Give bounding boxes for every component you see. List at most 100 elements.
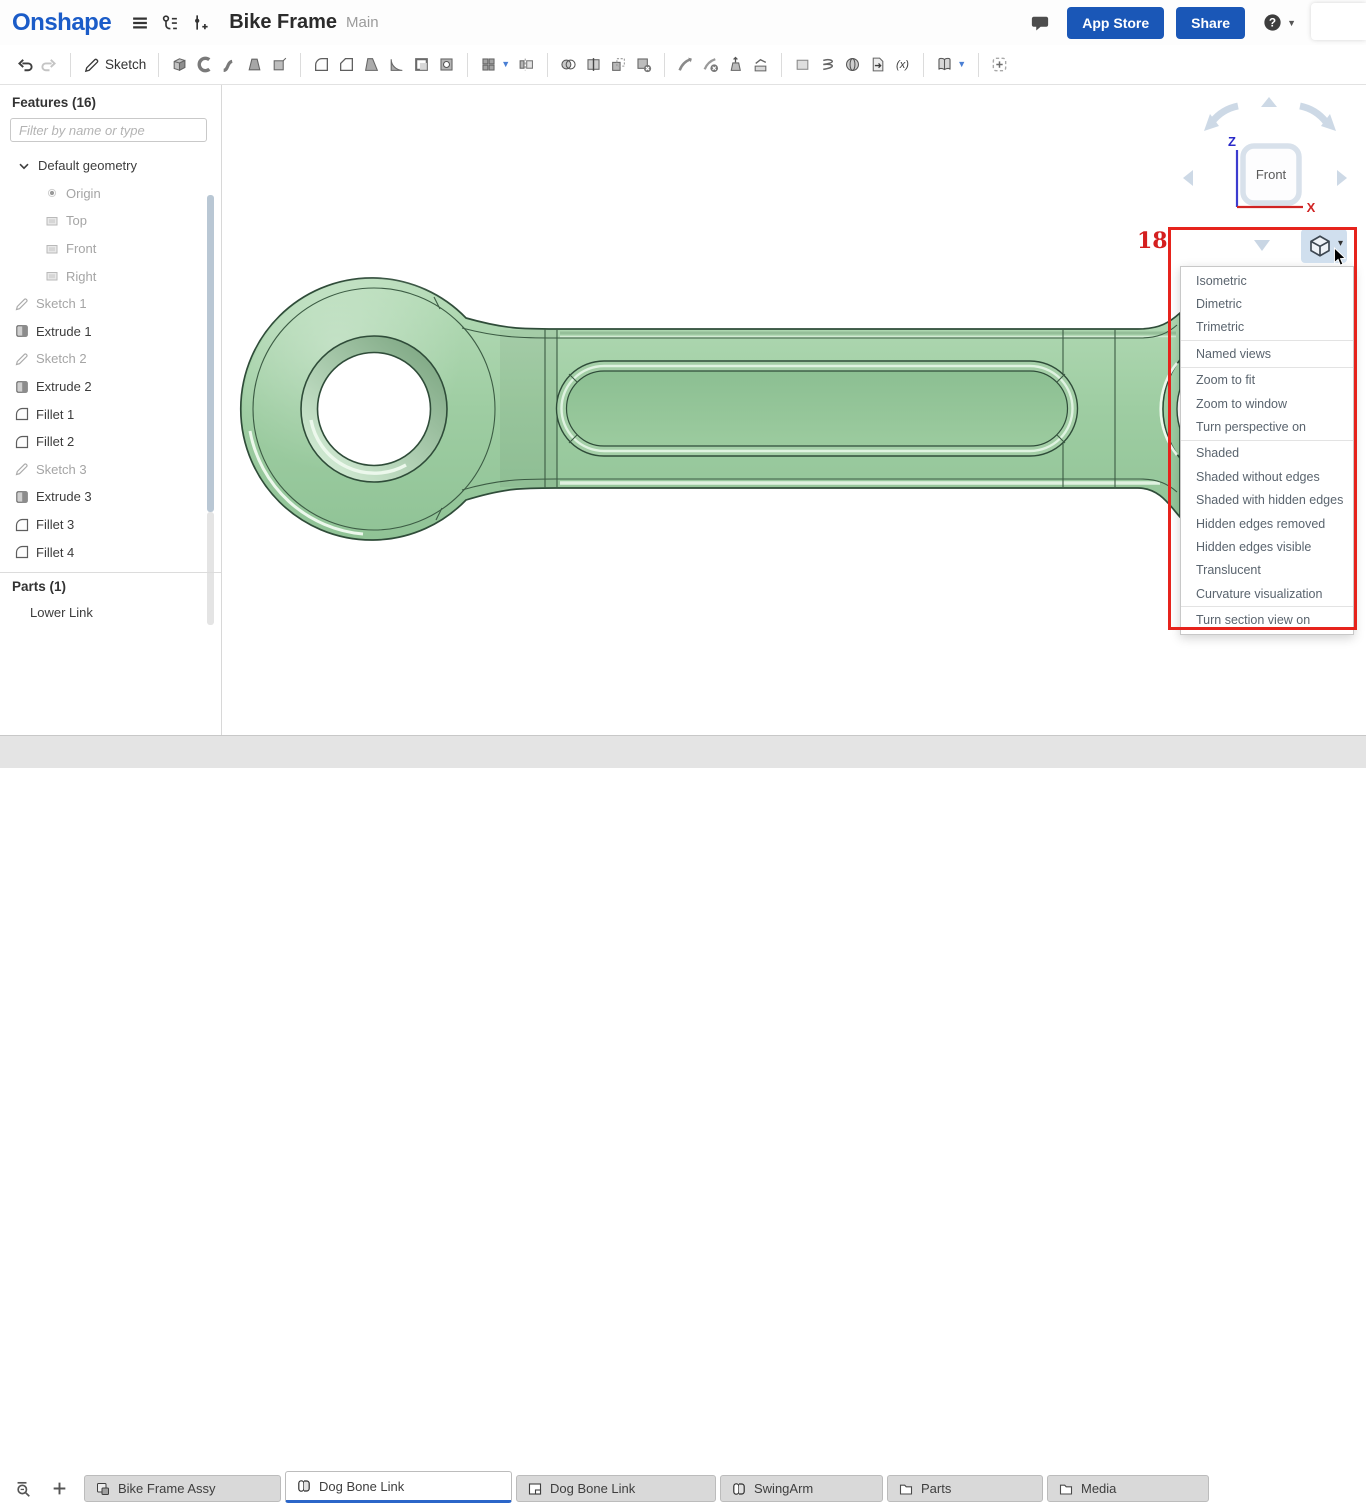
- redo-button[interactable]: [37, 53, 62, 76]
- split-button[interactable]: [581, 53, 606, 76]
- document-tab-media[interactable]: Media: [1047, 1475, 1209, 1502]
- document-tab-bike-frame-assy[interactable]: Bike Frame Assy: [84, 1475, 281, 1502]
- menu-item-curvature-visualization[interactable]: Curvature visualization: [1181, 582, 1353, 605]
- feature-filter-input[interactable]: [10, 118, 207, 142]
- feature-item-origin[interactable]: Origin: [0, 180, 205, 208]
- feature-label: Fillet 1: [36, 407, 74, 422]
- menu-item-isometric[interactable]: Isometric: [1181, 269, 1353, 292]
- menu-item-shaded[interactable]: Shaded: [1181, 442, 1353, 465]
- menu-item-dimetric[interactable]: Dimetric: [1181, 292, 1353, 315]
- offset-surface-button[interactable]: [790, 53, 815, 76]
- revolve-button[interactable]: [192, 53, 217, 76]
- rotate-up-arrow-icon[interactable]: [1261, 97, 1277, 107]
- help-icon[interactable]: ?: [1257, 8, 1287, 38]
- feature-item-sketch-2[interactable]: Sketch 2: [0, 345, 205, 373]
- chamfer-button[interactable]: [334, 53, 359, 76]
- view-options-button[interactable]: ▾: [1301, 229, 1347, 263]
- move-face-button[interactable]: [723, 53, 748, 76]
- menu-item-named-views[interactable]: Named views: [1181, 342, 1353, 365]
- feature-item-fillet-1[interactable]: Fillet 1: [0, 400, 205, 428]
- part-list-item[interactable]: Lower Link: [30, 605, 93, 620]
- part-lower-link[interactable]: [241, 278, 1323, 540]
- menu-item-turn-section-view-on[interactable]: Turn section view on: [1181, 608, 1353, 631]
- sphere-button[interactable]: [840, 53, 865, 76]
- thicken-button[interactable]: [267, 53, 292, 76]
- share-button[interactable]: Share: [1176, 7, 1245, 39]
- menu-item-zoom-to-fit[interactable]: Zoom to fit: [1181, 369, 1353, 392]
- modify-fillet-button[interactable]: [673, 53, 698, 76]
- feature-scrollbar-thumb[interactable]: [207, 195, 214, 512]
- tab-label: SwingArm: [754, 1481, 813, 1496]
- app-store-button[interactable]: App Store: [1067, 7, 1164, 39]
- extrude-button[interactable]: [167, 53, 192, 76]
- import-button[interactable]: [865, 53, 890, 76]
- sweep-button[interactable]: [217, 53, 242, 76]
- feature-item-fillet-4[interactable]: Fillet 4: [0, 538, 205, 566]
- hole-button[interactable]: [434, 53, 459, 76]
- document-menu-icon[interactable]: [125, 8, 155, 38]
- menu-item-translucent[interactable]: Translucent: [1181, 559, 1353, 582]
- rotate-left-arrow-icon[interactable]: [1183, 170, 1193, 186]
- feature-label: Front: [66, 241, 96, 256]
- linear-pattern-button[interactable]: ▼: [476, 53, 514, 76]
- feature-item-default-geometry[interactable]: Default geometry: [0, 152, 205, 180]
- delete-part-button[interactable]: [631, 53, 656, 76]
- feature-item-extrude-3[interactable]: Extrude 3: [0, 483, 205, 511]
- menu-item-hidden-edges-removed[interactable]: Hidden edges removed: [1181, 512, 1353, 535]
- feature-item-top[interactable]: Top: [0, 207, 205, 235]
- document-tab-parts[interactable]: Parts: [887, 1475, 1043, 1502]
- history-icon[interactable]: [185, 8, 215, 38]
- dropdown-caret-icon[interactable]: ▼: [957, 60, 966, 69]
- feature-item-sketch-1[interactable]: Sketch 1: [0, 290, 205, 318]
- menu-item-shaded-with-hidden-edges[interactable]: Shaded with hidden edges: [1181, 489, 1353, 512]
- mirror-button[interactable]: [514, 53, 539, 76]
- menu-item-trimetric[interactable]: Trimetric: [1181, 316, 1353, 339]
- delete-face-button[interactable]: [698, 53, 723, 76]
- feature-item-sketch-3[interactable]: Sketch 3: [0, 456, 205, 484]
- feature-item-front[interactable]: Front: [0, 235, 205, 263]
- transform-button[interactable]: [606, 53, 631, 76]
- document-tab-dog-bone-link[interactable]: Dog Bone Link: [516, 1475, 716, 1502]
- feature-item-fillet-3[interactable]: Fillet 3: [0, 511, 205, 539]
- search-tabs-icon[interactable]: [10, 1477, 36, 1499]
- boolean-button[interactable]: [556, 53, 581, 76]
- rotate-cw-arrow-icon[interactable]: [1300, 106, 1326, 122]
- plane-icon: [44, 213, 60, 229]
- draft-button[interactable]: [359, 53, 384, 76]
- variable-button[interactable]: (x): [890, 53, 915, 76]
- menu-item-zoom-to-window[interactable]: Zoom to window: [1181, 392, 1353, 415]
- view-cube[interactable]: Front Z X: [1180, 92, 1360, 222]
- rib-button[interactable]: [384, 53, 409, 76]
- document-tab-swingarm[interactable]: SwingArm: [720, 1475, 883, 1502]
- shell-button[interactable]: [409, 53, 434, 76]
- menu-item-hidden-edges-visible[interactable]: Hidden edges visible: [1181, 535, 1353, 558]
- toolbar-divider: [70, 53, 71, 77]
- sketch-button[interactable]: Sketch: [79, 53, 150, 77]
- feature-item-right[interactable]: Right: [0, 262, 205, 290]
- fillet-button[interactable]: [309, 53, 334, 76]
- add-tab-button[interactable]: [46, 1477, 72, 1499]
- document-tab-dog-bone-link[interactable]: Dog Bone Link: [285, 1471, 512, 1503]
- feature-item-extrude-2[interactable]: Extrude 2: [0, 373, 205, 401]
- helix-button[interactable]: [815, 53, 840, 76]
- loft-button[interactable]: [242, 53, 267, 76]
- versions-icon[interactable]: [155, 8, 185, 38]
- dropdown-caret-icon[interactable]: ▼: [501, 60, 510, 69]
- help-caret-icon[interactable]: ▼: [1287, 18, 1296, 28]
- fillet-icon: [14, 406, 30, 422]
- replace-face-button[interactable]: [748, 53, 773, 76]
- feature-item-extrude-1[interactable]: Extrude 1: [0, 318, 205, 346]
- feature-scrollbar-track[interactable]: [207, 512, 214, 625]
- tab-label: Bike Frame Assy: [118, 1481, 216, 1496]
- menu-item-turn-perspective-on[interactable]: Turn perspective on: [1181, 415, 1353, 438]
- undo-button[interactable]: [12, 53, 37, 76]
- custom-feature-button[interactable]: ▼: [932, 53, 970, 76]
- comment-icon[interactable]: [1025, 8, 1055, 38]
- split-icon: [585, 56, 602, 73]
- rotate-ccw-arrow-icon[interactable]: [1212, 106, 1238, 122]
- rotate-right-arrow-icon[interactable]: [1337, 170, 1347, 186]
- feature-item-fillet-2[interactable]: Fillet 2: [0, 428, 205, 456]
- rotate-down-arrow-icon[interactable]: [1254, 240, 1270, 251]
- insert-target-button[interactable]: [987, 53, 1012, 76]
- menu-item-shaded-without-edges[interactable]: Shaded without edges: [1181, 465, 1353, 488]
